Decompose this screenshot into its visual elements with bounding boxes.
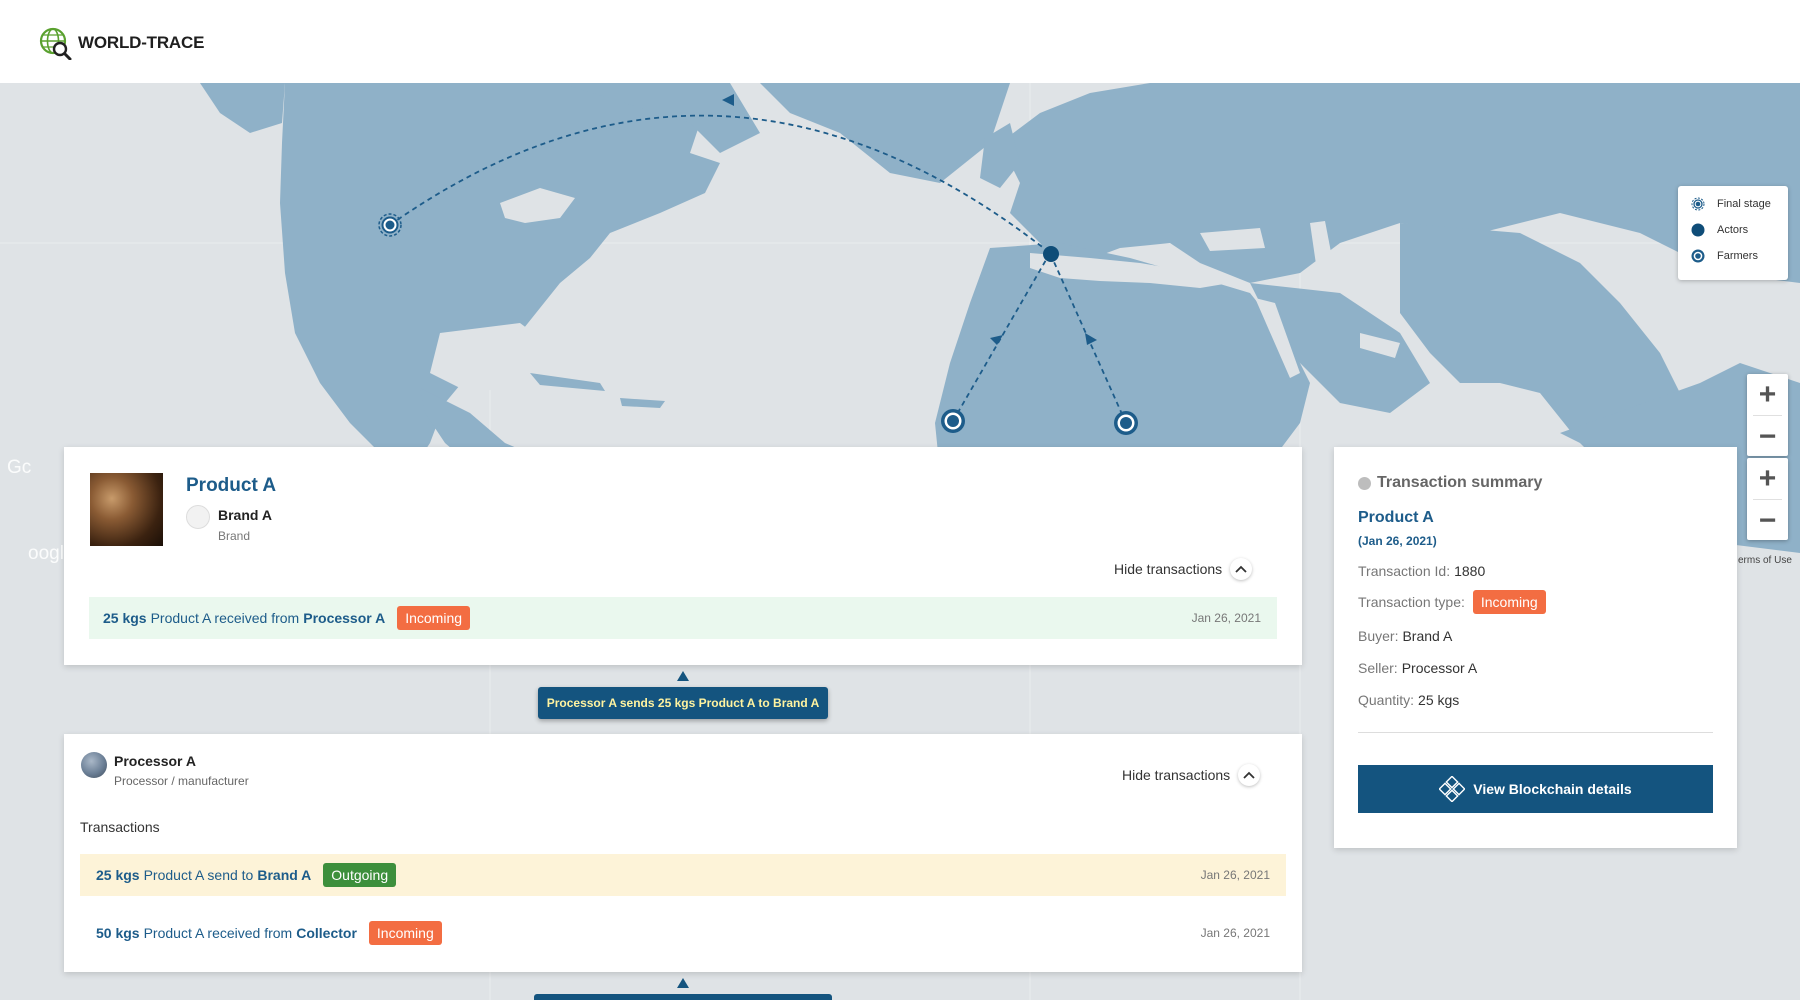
- view-blockchain-details-button[interactable]: View Blockchain details: [1358, 765, 1713, 813]
- transaction-row[interactable]: 25 kgs Product A send to Brand A Outgoin…: [80, 854, 1286, 896]
- summary-value: 1880: [1454, 563, 1486, 579]
- zoom-out-button[interactable]: −: [1747, 500, 1788, 541]
- transactions-heading: Transactions: [80, 819, 160, 835]
- product-title[interactable]: Product A: [186, 475, 276, 497]
- hide-transactions-toggle[interactable]: Hide transactions: [1114, 558, 1253, 580]
- map-attribution-fragment: Gc: [7, 457, 32, 478]
- transaction-description: Product A received from: [143, 925, 293, 941]
- transaction-date: Jan 26, 2021: [1191, 611, 1261, 625]
- summary-seller: Seller: Processor A: [1358, 660, 1477, 676]
- transaction-row[interactable]: 50 kgs Product A received from Collector…: [80, 912, 1286, 954]
- transaction-row[interactable]: 25 kgs Product A received from Processor…: [89, 597, 1277, 639]
- processor-card: Processor A Processor / manufacturer Hid…: [64, 734, 1302, 972]
- world-trace-logo[interactable]: WORLD-TRACE: [38, 26, 204, 60]
- transaction-date: Jan 26, 2021: [1200, 868, 1270, 882]
- north-america-land: [280, 83, 720, 483]
- transaction-description: Product A received from: [150, 610, 300, 626]
- final-stage-marker-icon: [1691, 197, 1705, 211]
- transaction-summary-panel: Transaction summary Product A (Jan 26, 2…: [1334, 447, 1737, 848]
- summary-value: Brand A: [1402, 628, 1453, 644]
- transaction-description: Product A send to: [143, 867, 254, 883]
- summary-label: Transaction Id:: [1358, 563, 1451, 579]
- actor-marker[interactable]: [1043, 246, 1059, 262]
- transaction-party[interactable]: Collector: [296, 925, 357, 941]
- summary-label: Seller:: [1358, 660, 1398, 676]
- map-zoom-control-secondary: + −: [1747, 458, 1788, 540]
- legend-item-final-stage: Final stage: [1678, 191, 1788, 217]
- legend-label: Farmers: [1717, 250, 1758, 262]
- zoom-in-button[interactable]: +: [1747, 374, 1788, 415]
- summary-product[interactable]: Product A: [1358, 509, 1434, 527]
- transaction-party[interactable]: Processor A: [303, 610, 385, 626]
- top-bar: WORLD-TRACE: [0, 0, 1800, 83]
- legend-item-actors: Actors: [1678, 217, 1788, 243]
- processor-role: Processor / manufacturer: [114, 774, 249, 788]
- brand-role: Brand: [218, 529, 251, 543]
- actor-marker-icon: [1691, 223, 1705, 237]
- button-label: View Blockchain details: [1473, 781, 1632, 797]
- summary-divider: [1358, 732, 1713, 733]
- hide-transactions-toggle[interactable]: Hide transactions: [1122, 764, 1261, 786]
- flow-arrow-up-icon: [677, 671, 689, 681]
- summary-value: Processor A: [1401, 660, 1478, 676]
- transfer-flow-label-partial[interactable]: [534, 994, 832, 1000]
- chevron-up-icon[interactable]: [1238, 764, 1261, 786]
- summary-transaction-id: Transaction Id: 1880: [1358, 563, 1485, 579]
- map-zoom-control: + −: [1747, 374, 1788, 456]
- summary-header: Transaction summary: [1358, 474, 1542, 492]
- transfer-flow-label[interactable]: Processor A sends 25 kgs Product A to Br…: [538, 687, 828, 719]
- status-dot-icon: [1358, 476, 1371, 490]
- farmer-marker[interactable]: [941, 409, 965, 433]
- flow-arrow-up-icon: [677, 978, 689, 988]
- blockchain-icon: [1439, 776, 1466, 802]
- summary-quantity: Quantity: 25 kgs: [1358, 692, 1459, 708]
- legend-label: Actors: [1717, 224, 1749, 236]
- processor-name[interactable]: Processor A: [114, 753, 196, 769]
- summary-label: Buyer:: [1358, 628, 1399, 644]
- hide-transactions-label: Hide transactions: [1114, 561, 1223, 577]
- brand-avatar: [186, 505, 210, 529]
- transaction-quantity: 50 kgs: [96, 925, 140, 941]
- brand-name[interactable]: Brand A: [218, 507, 272, 523]
- logo-text: WORLD-TRACE: [78, 33, 205, 52]
- farmer-marker-icon: [1691, 249, 1705, 263]
- incoming-badge: Incoming: [1472, 590, 1546, 614]
- transaction-quantity: 25 kgs: [103, 610, 147, 626]
- transaction-date: Jan 26, 2021: [1200, 926, 1270, 940]
- summary-value: 25 kgs: [1418, 692, 1460, 708]
- globe-search-icon: [39, 27, 72, 60]
- chevron-up-icon[interactable]: [1230, 558, 1253, 580]
- product-card: Product A Brand A Brand Hide transaction…: [64, 447, 1302, 665]
- zoom-out-button[interactable]: −: [1747, 416, 1788, 457]
- summary-transaction-type: Transaction type: Incoming: [1358, 590, 1546, 614]
- hide-transactions-label: Hide transactions: [1122, 767, 1231, 783]
- map-legend: Final stage Actors Farmers: [1678, 186, 1788, 280]
- transaction-party[interactable]: Brand A: [257, 867, 311, 883]
- outgoing-badge: Outgoing: [323, 863, 397, 887]
- incoming-badge: Incoming: [368, 921, 442, 945]
- product-image: [90, 473, 163, 546]
- zoom-in-button[interactable]: +: [1747, 458, 1788, 499]
- incoming-badge: Incoming: [397, 606, 471, 630]
- farmer-marker[interactable]: [1114, 411, 1138, 435]
- summary-title: Transaction summary: [1377, 474, 1543, 491]
- summary-label: Quantity:: [1358, 692, 1415, 708]
- summary-label: Transaction type:: [1358, 594, 1465, 610]
- legend-item-farmers: Farmers: [1678, 243, 1788, 269]
- summary-date: (Jan 26, 2021): [1358, 534, 1437, 548]
- terms-of-use-link[interactable]: erms of Use: [1738, 555, 1792, 566]
- summary-buyer: Buyer: Brand A: [1358, 628, 1452, 644]
- processor-avatar: [81, 752, 107, 778]
- transaction-quantity: 25 kgs: [96, 867, 140, 883]
- map-attribution-fragment: oogl: [28, 543, 64, 564]
- legend-label: Final stage: [1717, 198, 1771, 210]
